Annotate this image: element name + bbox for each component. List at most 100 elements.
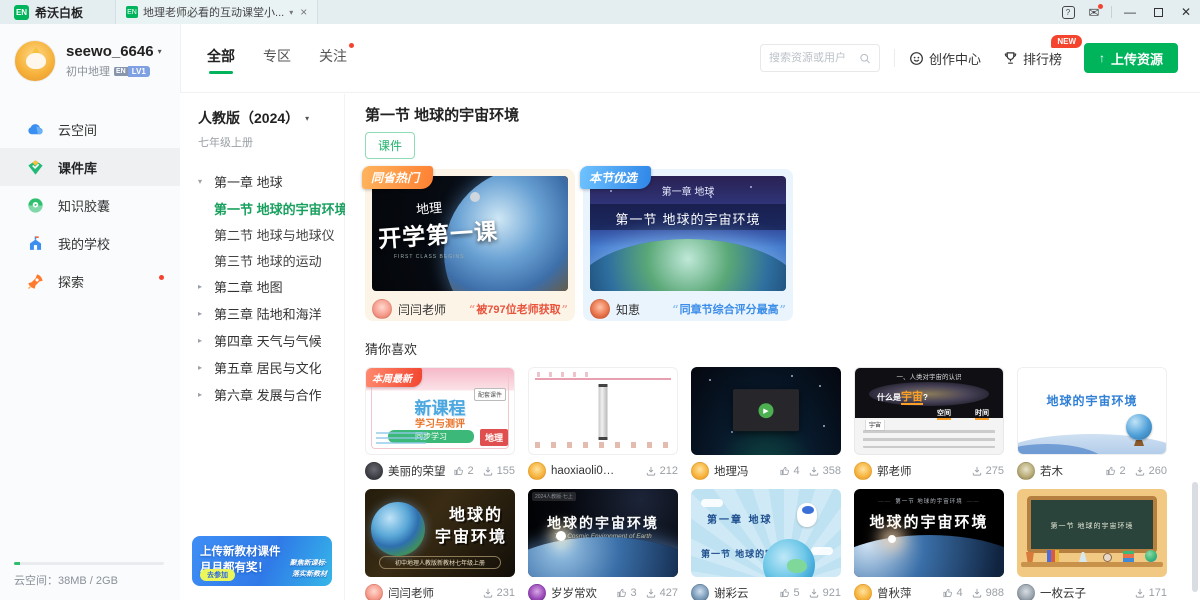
vertical-scrollbar[interactable] [1192,482,1198,592]
like-icon[interactable] [779,587,791,599]
author-name[interactable]: 闫闫老师 [398,301,446,318]
chevron-right-icon[interactable]: ▸ [198,336,206,345]
courseware-card[interactable]: 第一节 地球的宇宙环境 一枚云子 171 [1017,489,1167,600]
author-name[interactable]: 岁岁常欢 [551,585,597,600]
courseware-thumbnail[interactable] [528,367,678,455]
sidebar-item-explore[interactable]: 探索 [0,262,180,300]
search-box[interactable] [760,44,880,72]
like-icon[interactable] [1105,465,1117,477]
close-button[interactable]: ✕ [1172,0,1200,24]
minimize-button[interactable]: — [1116,0,1144,24]
tab-following[interactable]: 关注 [319,46,347,78]
upload-promo-banner[interactable]: 上传新教材课件 月月都有奖！ 去参加 聚焦新课标·落实新教材 [192,536,332,586]
chevron-down-icon[interactable]: ▾ [198,177,206,186]
author-name[interactable]: haoxiaoli0001 [551,465,615,477]
courseware-thumbnail[interactable]: 第一章 地球 第一节 地球的宇宙环境 [691,489,841,577]
search-input[interactable] [769,52,853,64]
like-icon[interactable] [616,587,628,599]
author-name[interactable]: 地理冯 [714,463,749,479]
chevron-down-icon[interactable]: ▾ [289,8,293,17]
messages-button[interactable]: ✉ [1081,0,1107,24]
download-icon[interactable] [482,587,494,599]
download-icon[interactable] [645,465,657,477]
featured-card-best[interactable]: 本节优选 第一章 地球 第一节 地球的宇宙环境 知恵 同章节综合评分最高 [583,169,793,321]
chapter-item[interactable]: ▸第六章 发展与合作 [180,381,344,408]
sidebar-item-cloud-space[interactable]: 云空间 [0,110,180,148]
download-icon[interactable] [482,465,494,477]
chapter-item[interactable]: ▸第五章 居民与文化 [180,354,344,381]
download-icon[interactable] [971,465,983,477]
sidebar-item-my-school[interactable]: 我的学校 [0,224,180,262]
section-item-selected[interactable]: 第一节 地球的宇宙环境 [180,195,344,221]
featured-card-hot[interactable]: 同省热门 地理 开学第一课 FIRST CLASS BEGINS 闫闫老师 被7… [365,169,575,321]
like-icon[interactable] [779,465,791,477]
author-name[interactable]: 一枚云子 [1040,585,1086,600]
edition-selector[interactable]: 人教版（2024） ▾ [180,94,344,128]
section-item[interactable]: 第二节 地球与地球仪 [180,221,344,247]
courseware-card[interactable]: 地球的宇宙环境 若木 2 260 [1017,367,1167,480]
sidebar-item-courseware-library[interactable]: 课件库 [0,148,180,186]
tab-close-icon[interactable]: × [300,5,307,19]
like-icon[interactable] [942,587,954,599]
courseware-card[interactable]: 一、人类对宇宙的认识 什么是宇宙? 空间 时间 宇宙 郭老师 275 [854,367,1004,480]
courseware-thumbnail[interactable]: 地球的 宇宙环境 初中地理人教版新教材七年级上册 [365,489,515,577]
help-button[interactable]: ? [1055,0,1081,24]
chapter-item[interactable]: ▸第四章 天气与气候 [180,327,344,354]
courseware-thumbnail[interactable]: 第一节 地球的宇宙环境 [1017,489,1167,577]
section-item[interactable]: 第三节 地球的运动 [180,247,344,273]
chevron-right-icon[interactable]: ▸ [198,390,206,399]
author-name[interactable]: 闫闫老师 [388,585,434,600]
author-name[interactable]: 谢彩云 [714,585,749,600]
author-name[interactable]: 知恵 [616,301,640,318]
courseware-thumbnail[interactable]: 第一节 地球的宇宙环境 地球的宇宙环境 [854,489,1004,577]
download-icon[interactable] [1134,587,1146,599]
chapter-item[interactable]: ▾第一章 地球 [180,168,344,195]
chevron-right-icon[interactable]: ▸ [198,282,206,291]
courseware-card[interactable]: 2024人教版·七上 地球的宇宙环境 The Cosmic Environmen… [528,489,678,600]
download-icon[interactable] [645,587,657,599]
chevron-down-icon[interactable]: ▾ [305,114,309,123]
courseware-card[interactable]: 第一节 地球的宇宙环境 地球的宇宙环境 曾秋萍 4 988 [854,489,1004,600]
chevron-right-icon[interactable]: ▸ [198,309,206,318]
document-tab[interactable]: EN 地理老师必看的互动课堂小... ▾ × [115,0,318,24]
chevron-down-icon[interactable]: ▾ [158,47,162,56]
download-icon[interactable] [971,587,983,599]
courseware-thumbnail[interactable]: 本周最新 配套课件 新课程 学习与测评 同步学习 地理 [365,367,515,455]
author-name[interactable]: 若木 [1040,463,1063,479]
courseware-card[interactable]: haoxiaoli0001 212 [528,367,678,480]
courseware-thumbnail[interactable]: ▶ [691,367,841,455]
courseware-card[interactable]: 地球的 宇宙环境 初中地理人教版新教材七年级上册 闫闫老师 231 [365,489,515,600]
avatar[interactable] [14,40,56,82]
courseware-thumbnail[interactable]: 地理 开学第一课 FIRST CLASS BEGINS [372,176,568,291]
courseware-card[interactable]: 第一章 地球 第一节 地球的宇宙环境 谢彩云 5 921 [691,489,841,600]
courseware-thumbnail[interactable]: 2024人教版·七上 地球的宇宙环境 The Cosmic Environmen… [528,489,678,577]
user-name[interactable]: seewo_6646 [66,43,154,60]
promo-join-button[interactable]: 去参加 [200,569,235,581]
author-name[interactable]: 美丽的荣望 [388,463,446,479]
author-name[interactable]: 曾秋萍 [877,585,912,600]
courseware-thumbnail[interactable]: 地球的宇宙环境 [1017,367,1167,455]
courseware-card[interactable]: 本周最新 配套课件 新课程 学习与测评 同步学习 地理 美丽的荣望 2 155 [365,367,515,480]
tab-all[interactable]: 全部 [207,46,235,78]
chapter-item[interactable]: ▸第二章 地图 [180,273,344,300]
like-icon[interactable] [453,465,465,477]
creation-center-button[interactable]: 创作中心 [909,49,981,68]
tab-zones[interactable]: 专区 [263,46,291,78]
download-icon[interactable] [1134,465,1146,477]
search-icon[interactable] [859,52,871,65]
ranking-button[interactable]: 排行榜 NEW [1003,49,1062,68]
author-name[interactable]: 郭老师 [877,463,912,479]
courseware-card[interactable]: ▶ 地理冯 4 358 [691,367,841,480]
courseware-thumbnail[interactable]: 第一章 地球 第一节 地球的宇宙环境 [590,176,786,291]
chapter-item[interactable]: ▸第三章 陆地和海洋 [180,300,344,327]
chevron-right-icon[interactable]: ▸ [198,363,206,372]
download-icon[interactable] [808,587,820,599]
play-icon[interactable]: ▶ [759,403,774,418]
courseware-thumbnail[interactable]: 一、人类对宇宙的认识 什么是宇宙? 空间 时间 宇宙 [854,367,1004,455]
filter-tag-courseware[interactable]: 课件 [365,132,415,159]
user-block[interactable]: seewo_6646 ▾ 初中地理 EN LV1 [0,24,180,92]
sidebar-item-knowledge-capsule[interactable]: 知识胶囊 [0,186,180,224]
upload-resource-button[interactable]: ↑ 上传资源 [1084,43,1178,73]
maximize-button[interactable] [1144,0,1172,24]
download-icon[interactable] [808,465,820,477]
